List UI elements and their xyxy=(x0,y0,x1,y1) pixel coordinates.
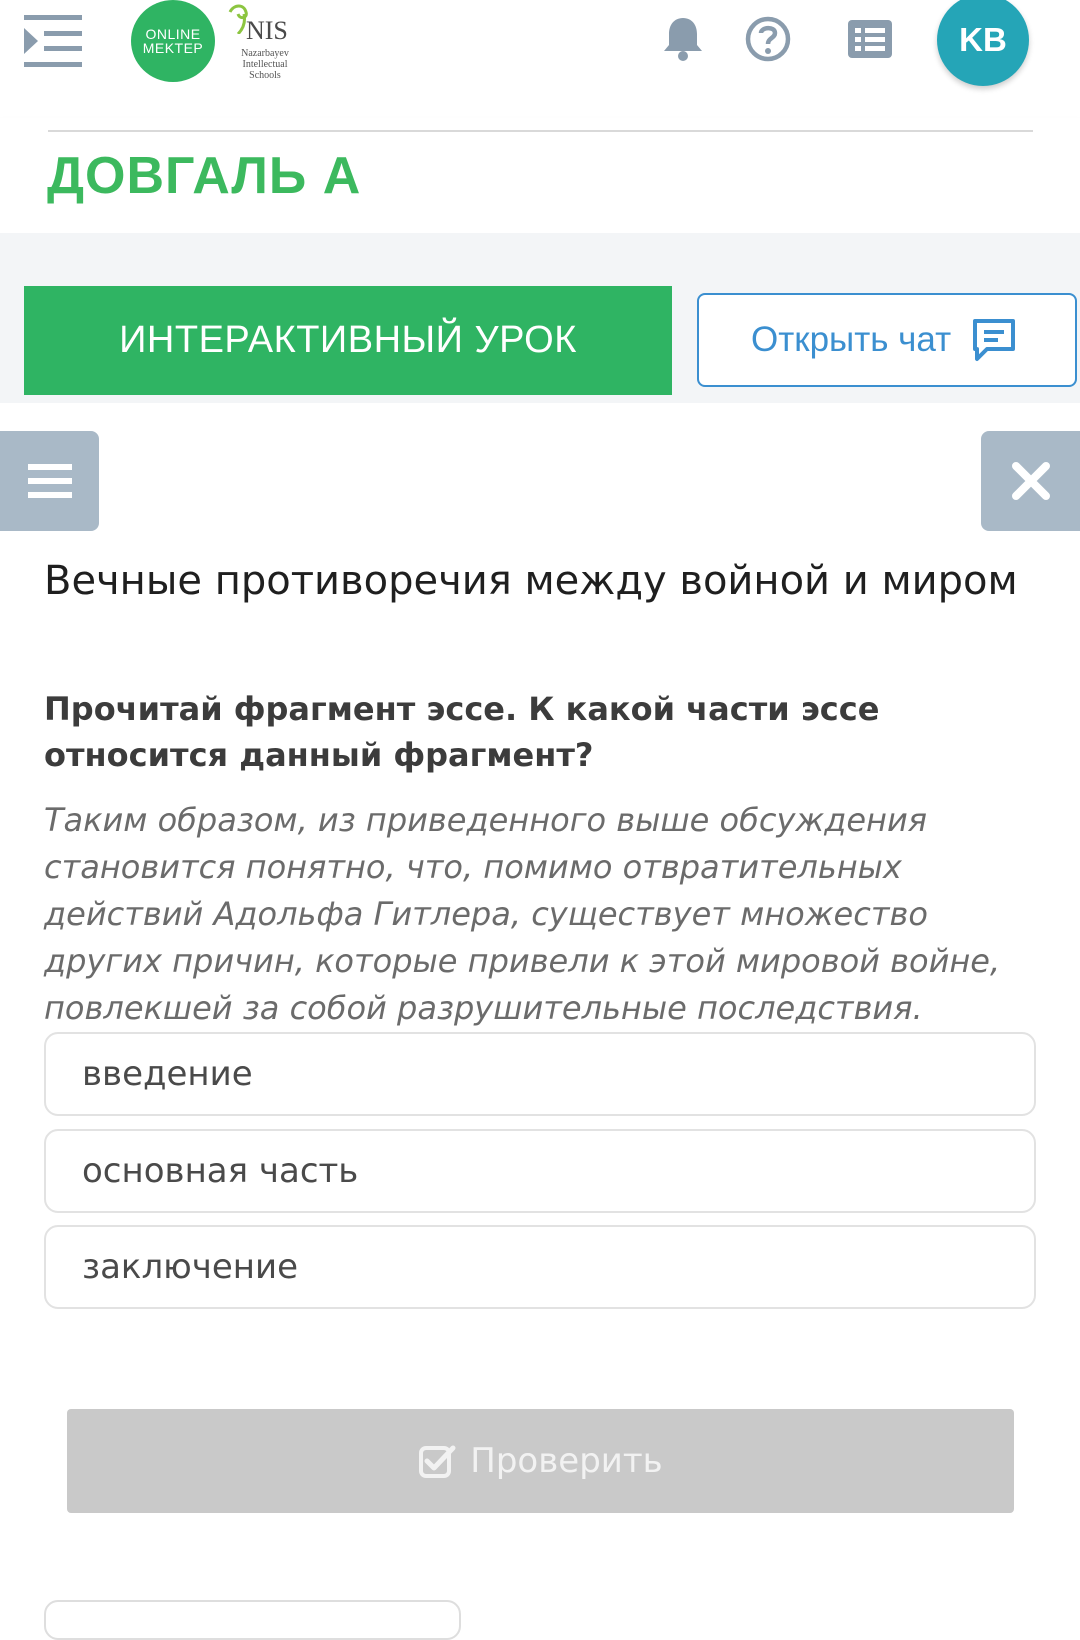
lesson-title: Вечные противоречия между войной и миром xyxy=(44,558,1018,604)
close-icon xyxy=(1011,462,1050,500)
top-bar: ONLINE MEKTEP NIS Nazarbayev Intellectua… xyxy=(0,0,1080,118)
menu-icon xyxy=(27,464,72,498)
close-button[interactable] xyxy=(981,431,1080,531)
answer-option-main-body[interactable]: основная часть xyxy=(44,1129,1036,1213)
list-icon[interactable] xyxy=(845,14,895,64)
interactive-lesson-button[interactable]: ИНТЕРАКТИВНЫЙ УРОК xyxy=(24,286,672,395)
logo-line2: MEKTEP xyxy=(142,40,204,56)
student-name: ДОВГАЛЬ А xyxy=(47,147,362,205)
user-avatar[interactable]: KB xyxy=(937,0,1029,86)
bell-icon[interactable] xyxy=(658,14,708,64)
nis-subtitle: Nazarbayev Intellectual Schools xyxy=(241,48,289,81)
option-label: основная часть xyxy=(82,1151,359,1191)
answer-option-conclusion[interactable]: заключение xyxy=(44,1225,1036,1309)
open-chat-button[interactable]: Открыть чат xyxy=(697,293,1077,387)
check-label: Проверить xyxy=(470,1441,663,1481)
answer-option-introduction[interactable]: введение xyxy=(44,1032,1036,1116)
check-square-icon xyxy=(419,1445,456,1478)
online-mektep-logo[interactable]: ONLINE MEKTEP xyxy=(131,0,215,82)
option-label: заключение xyxy=(82,1247,299,1287)
help-icon[interactable] xyxy=(743,14,793,64)
essay-fragment: Таким образом, из приведенного выше обсу… xyxy=(44,801,1001,1027)
check-button[interactable]: Проверить xyxy=(67,1409,1014,1513)
bottom-button-partial[interactable] xyxy=(44,1600,461,1640)
option-label: введение xyxy=(82,1054,253,1094)
open-chat-label: Открыть чат xyxy=(751,320,952,359)
question-text: Прочитай фрагмент эссе. К какой части эс… xyxy=(44,690,880,774)
logo-line1: ONLINE xyxy=(145,26,201,42)
lesson-menu-button[interactable] xyxy=(0,431,99,531)
sidebar-toggle-icon[interactable] xyxy=(22,12,84,70)
nis-logo: NIS Nazarbayev Intellectual Schools xyxy=(222,4,312,84)
nis-title: NIS xyxy=(246,16,288,45)
divider xyxy=(48,130,1033,132)
chat-icon xyxy=(973,319,1016,361)
